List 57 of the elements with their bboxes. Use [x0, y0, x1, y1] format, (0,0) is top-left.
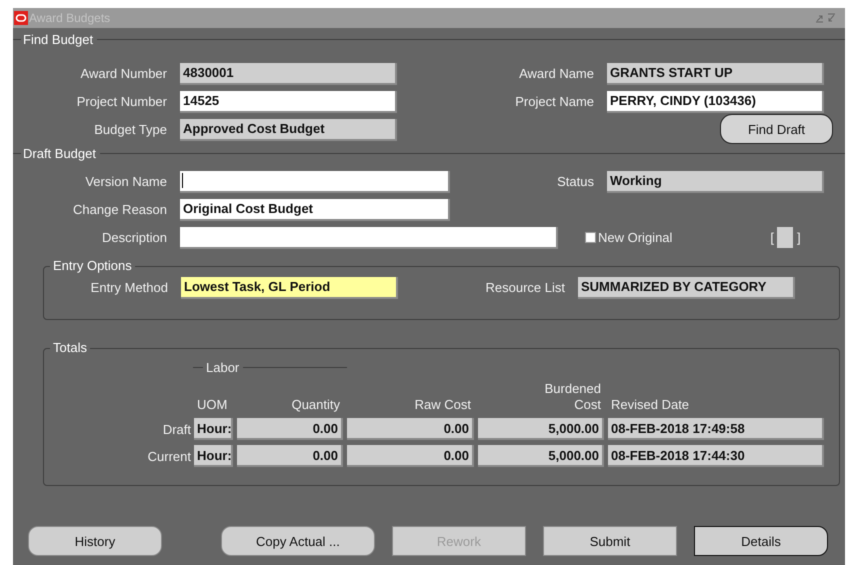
- column-header: Quantity: [290, 397, 341, 413]
- table-cell: 08-FEB-2018 17:44:30: [608, 445, 824, 467]
- field-label: Award Name: [518, 66, 595, 81]
- row-label: Draft: [162, 422, 192, 436]
- field-label: Project Name: [514, 94, 595, 109]
- column-header: Raw Cost: [414, 397, 472, 413]
- table-cell: Hour:: [194, 418, 233, 440]
- field-label: Version Name: [84, 174, 168, 189]
- table-cell: 5,000.00: [478, 445, 604, 467]
- group-title: Totals: [52, 340, 88, 356]
- text-field[interactable]: SUMMARIZED BY CATEGORY: [578, 276, 795, 298]
- text-field[interactable]: Original Cost Budget: [180, 198, 450, 220]
- field-label: Change Reason: [72, 202, 168, 217]
- field-label: Budget Type: [93, 122, 168, 137]
- action-button[interactable]: Submit: [542, 526, 677, 556]
- bracket: ]: [797, 230, 801, 245]
- table-cell: 0.00: [347, 445, 474, 467]
- field-label: Resource List: [484, 280, 566, 295]
- table-cell: 08-FEB-2018 17:49:58: [608, 418, 824, 440]
- text-field[interactable]: Approved Cost Budget: [180, 118, 397, 140]
- field-label: Project Number: [76, 94, 168, 109]
- logo-icon: [14, 11, 28, 25]
- table-cell: 0.00: [347, 418, 474, 440]
- text-field[interactable]: 4830001: [180, 62, 397, 84]
- text-field[interactable]: [180, 226, 558, 248]
- column-header: Cost: [573, 397, 602, 413]
- section-title: Find Budget: [23, 32, 94, 46]
- window-controls-icon[interactable]: [815, 13, 837, 23]
- find-draft-button[interactable]: Find Draft: [720, 114, 833, 144]
- table-cell: Hour:: [194, 445, 233, 467]
- action-button[interactable]: History: [28, 526, 162, 556]
- field-label: Status: [556, 174, 595, 189]
- action-button[interactable]: Details: [694, 526, 828, 556]
- column-header: Burdened: [544, 381, 602, 397]
- text-field[interactable]: Lowest Task, GL Period: [181, 276, 398, 298]
- text-field[interactable]: GRANTS START UP: [607, 62, 824, 84]
- text-field[interactable]: 14525: [180, 90, 397, 112]
- bracket: [: [770, 230, 774, 245]
- checkbox[interactable]: [585, 232, 596, 243]
- row-label: Current: [146, 448, 192, 464]
- field-label: Entry Method: [90, 280, 169, 295]
- checkbox-label[interactable]: New Original: [598, 230, 672, 245]
- text-field[interactable]: PERRY, CINDY (103436): [607, 90, 824, 112]
- group-title: Entry Options: [52, 258, 133, 274]
- column-header: Revised Date: [610, 397, 690, 413]
- field-label: Description: [100, 230, 168, 245]
- flex-field[interactable]: [777, 227, 794, 248]
- group-label: Labor: [206, 360, 240, 375]
- table-cell: 5,000.00: [478, 418, 604, 440]
- table-cell: 0.00: [237, 418, 343, 440]
- field-label: Award Number: [80, 66, 168, 81]
- table-cell: 0.00: [237, 445, 343, 467]
- column-header: UOM: [196, 397, 228, 413]
- section-title: Draft Budget: [23, 146, 96, 160]
- action-button[interactable]: Copy Actual ...: [221, 526, 375, 556]
- text-field[interactable]: [180, 170, 450, 192]
- text-field[interactable]: Working: [607, 170, 824, 192]
